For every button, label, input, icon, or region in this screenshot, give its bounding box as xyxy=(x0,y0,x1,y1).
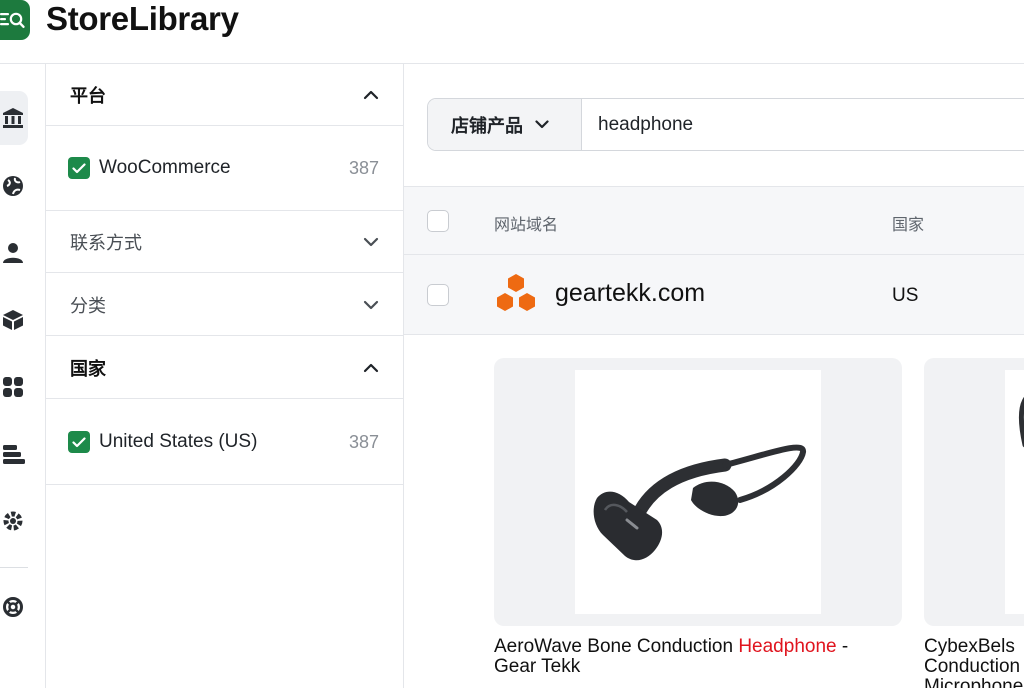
nav-explore[interactable] xyxy=(0,159,28,213)
table-header: 网站域名 国家 xyxy=(404,186,1024,255)
filter-platform-option-count: 387 xyxy=(348,157,379,178)
store-library-logo-icon[interactable] xyxy=(0,0,30,40)
chevron-down-icon xyxy=(363,237,379,246)
nav-settings[interactable] xyxy=(0,494,28,548)
search-scope-label: 店铺产品 xyxy=(451,115,523,136)
filter-country-option-label: United States (US) xyxy=(99,431,258,452)
bank-icon xyxy=(3,108,23,128)
filter-platform-checkbox[interactable] xyxy=(68,157,90,179)
nav-apps[interactable] xyxy=(0,360,28,414)
globe-icon xyxy=(3,176,23,196)
product-title-line-2: Conduction xyxy=(924,656,1021,677)
chevron-up-icon xyxy=(363,90,379,99)
nav-stores[interactable] xyxy=(0,91,28,145)
table-row[interactable]: geartekk.com US xyxy=(404,255,1024,335)
row-domain[interactable]: geartekk.com xyxy=(555,279,705,308)
filter-platform-title: 平台 xyxy=(70,85,106,106)
check-icon xyxy=(72,436,86,447)
app-header: StoreLibrary xyxy=(0,0,1024,64)
product-image xyxy=(1005,370,1024,614)
product-card[interactable] xyxy=(924,358,1024,626)
row-country: US xyxy=(892,285,919,306)
chevron-down-icon xyxy=(535,120,549,129)
filter-category-title: 分类 xyxy=(70,295,106,316)
search-scope-select[interactable]: 店铺产品 xyxy=(428,99,582,150)
headphone-image xyxy=(593,444,806,561)
filter-platform-option-label: WooCommerce xyxy=(99,157,231,178)
row-checkbox[interactable] xyxy=(427,284,449,306)
product-image xyxy=(575,370,821,614)
product-title-line-1: CybexBels xyxy=(924,636,1015,657)
stack-icon xyxy=(3,445,25,464)
select-all-checkbox[interactable] xyxy=(427,210,449,232)
user-icon xyxy=(3,243,23,263)
headphone-image xyxy=(1018,397,1024,448)
main-content: 店铺产品 网站域名 国家 geartekk.com US xyxy=(404,64,1024,688)
chevron-down-icon xyxy=(363,300,379,309)
support-icon xyxy=(3,597,23,617)
geartekk-logo-icon xyxy=(497,274,535,311)
column-header-domain[interactable]: 网站域名 xyxy=(494,211,558,235)
nav-support[interactable] xyxy=(0,580,28,634)
product-title-highlight: Headphone xyxy=(738,636,837,657)
check-icon xyxy=(72,162,86,173)
nav-contacts[interactable] xyxy=(0,226,28,280)
search-input[interactable] xyxy=(582,99,1024,150)
product-title-line-3: Microphone xyxy=(924,676,1024,688)
filter-country-checkbox[interactable] xyxy=(68,431,90,453)
rail-divider xyxy=(0,567,28,568)
gear-icon xyxy=(3,511,23,531)
search-bar: 店铺产品 xyxy=(427,98,1024,151)
filter-platform-option[interactable]: WooCommerce 387 xyxy=(46,126,403,211)
chevron-up-icon xyxy=(363,363,379,372)
filter-platform-header[interactable]: 平台 xyxy=(46,64,403,126)
filter-panel: 平台 WooCommerce 387 联系方式 分类 国家 United Sta… xyxy=(46,64,404,688)
app-title: StoreLibrary xyxy=(46,0,239,37)
filter-country-option-count: 387 xyxy=(348,431,379,452)
filter-contact-title: 联系方式 xyxy=(70,232,142,253)
product-card[interactable] xyxy=(494,358,902,626)
filter-country-header[interactable]: 国家 xyxy=(46,337,403,399)
product-title-prefix: AeroWave Bone Conduction xyxy=(494,636,739,657)
filter-contact-header[interactable]: 联系方式 xyxy=(46,211,403,273)
nav-tech-stack[interactable] xyxy=(0,427,28,481)
icon-rail xyxy=(0,64,46,688)
box-icon xyxy=(3,310,23,330)
filter-category-header[interactable]: 分类 xyxy=(46,274,403,336)
nav-products[interactable] xyxy=(0,293,28,347)
column-header-country[interactable]: 国家 xyxy=(892,211,924,235)
filter-country-option[interactable]: United States (US) 387 xyxy=(46,400,403,485)
product-title[interactable]: CybexBels Conduction Microphone xyxy=(924,637,1024,688)
product-title[interactable]: AeroWave Bone Conduction Headphone - Gea… xyxy=(494,637,894,677)
filter-country-title: 国家 xyxy=(70,358,106,379)
apps-icon xyxy=(3,377,23,397)
